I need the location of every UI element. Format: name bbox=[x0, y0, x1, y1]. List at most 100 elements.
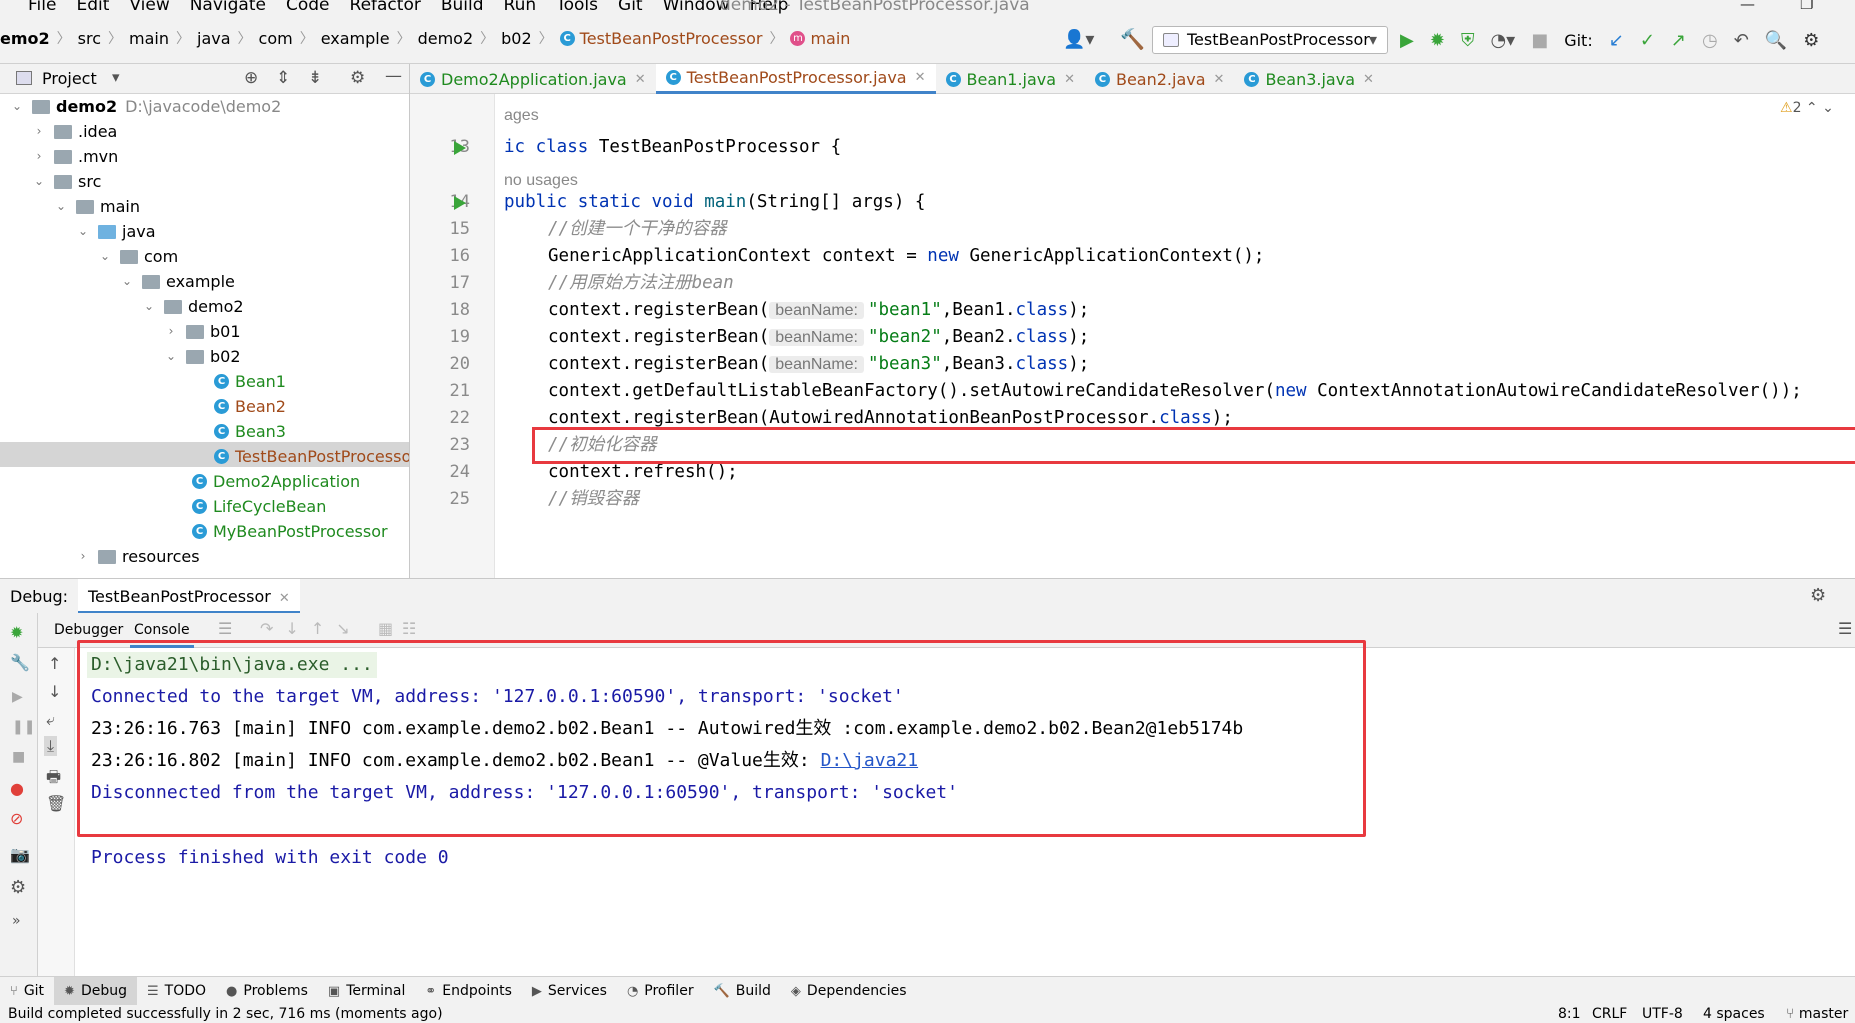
tool-todo[interactable]: ☰ TODO bbox=[137, 977, 216, 1006]
tab-testbeanpostprocessor[interactable]: C TestBeanPostProcessor.java ✕ bbox=[655, 64, 936, 94]
tool-build[interactable]: 🔨 Build bbox=[704, 977, 781, 1006]
tree-item-lifecyclebean[interactable]: C LifeCycleBean bbox=[192, 494, 326, 519]
crumb-method[interactable]: main bbox=[810, 29, 850, 48]
print-icon[interactable]: 🖶 bbox=[46, 766, 61, 793]
menu-git[interactable]: Git bbox=[618, 0, 643, 14]
tree-item-mybeanpostprocessor[interactable]: C MyBeanPostProcessor bbox=[192, 519, 388, 544]
search-icon[interactable]: 🔍 bbox=[1765, 30, 1787, 51]
step-icons[interactable]: ↷↓↑↘ bbox=[260, 619, 362, 638]
close-icon[interactable]: ✕ bbox=[1214, 65, 1225, 94]
tree-item-bean2[interactable]: C Bean2 bbox=[214, 394, 286, 419]
crumb-example[interactable]: example bbox=[321, 29, 390, 48]
stop-icon[interactable]: ■ bbox=[1531, 30, 1548, 51]
menu-build[interactable]: Build bbox=[441, 0, 484, 14]
settings-icon[interactable]: ⚙ bbox=[10, 877, 26, 898]
crumb-project[interactable]: emo2 bbox=[0, 29, 50, 48]
project-title[interactable]: Project bbox=[42, 69, 97, 88]
tool-dependencies[interactable]: ◈ Dependencies bbox=[781, 977, 917, 1006]
line-separator[interactable]: CRLF bbox=[1592, 1006, 1627, 1022]
rollback-icon[interactable]: ↶ bbox=[1734, 30, 1749, 51]
tree-item-demo2[interactable]: ⌄ demo2 bbox=[142, 294, 244, 319]
tree-item-resources[interactable]: › resources bbox=[76, 544, 200, 569]
tree-item-bean1[interactable]: C Bean1 bbox=[214, 369, 286, 394]
tree-item-testbeanpostprocessor[interactable]: C TestBeanPostProcessor bbox=[214, 444, 409, 469]
resume-icon[interactable]: ▶ bbox=[12, 689, 23, 705]
wrench-icon[interactable]: 🔧 bbox=[10, 653, 30, 672]
tree-item-main[interactable]: ⌄ main bbox=[54, 194, 140, 219]
more-icon[interactable]: » bbox=[12, 913, 21, 929]
menu-tools[interactable]: Tools bbox=[556, 0, 598, 14]
scroll-end-icon[interactable]: ⤓ bbox=[44, 736, 58, 756]
crumb-src[interactable]: src bbox=[78, 29, 101, 48]
debug-session-tab[interactable]: TestBeanPostProcessor ✕ bbox=[78, 579, 300, 614]
close-icon[interactable]: ✕ bbox=[1363, 65, 1374, 94]
file-encoding[interactable]: UTF-8 bbox=[1642, 1006, 1683, 1022]
crumb-class[interactable]: TestBeanPostProcessor bbox=[580, 29, 763, 48]
close-icon[interactable]: ✕ bbox=[1064, 65, 1075, 94]
tool-problems[interactable]: ● Problems bbox=[216, 977, 318, 1006]
tool-git[interactable]: ⑂ Git bbox=[0, 977, 54, 1006]
tab-bean3[interactable]: C Bean3.java ✕ bbox=[1234, 64, 1383, 94]
restore-icon[interactable]: ❐ bbox=[1800, 0, 1813, 13]
menu-view[interactable]: View bbox=[129, 0, 169, 14]
close-icon[interactable]: ✕ bbox=[279, 591, 290, 606]
chevron-down-icon[interactable]: ▾ bbox=[112, 68, 120, 86]
history-icon[interactable]: ◷ bbox=[1702, 30, 1718, 51]
code-editor[interactable]: ages ic class TestBeanPostProcessor { no… bbox=[496, 94, 1855, 578]
stop-icon[interactable]: ■ bbox=[12, 749, 25, 765]
tree-item-mvn[interactable]: › .mvn bbox=[32, 144, 119, 169]
arrow-down-icon[interactable]: ↓ bbox=[48, 682, 61, 701]
menu-lines-icon[interactable]: ☰ bbox=[218, 619, 232, 638]
locate-icon[interactable]: ⊕ bbox=[244, 68, 258, 88]
run-gutter-icon[interactable] bbox=[454, 196, 466, 210]
tree-item-b02[interactable]: ⌄ b02 bbox=[164, 344, 241, 369]
coverage-icon[interactable]: ⛨ bbox=[1461, 30, 1475, 51]
mute-breakpoints-icon[interactable]: ⊘ bbox=[10, 809, 23, 828]
trace-icon[interactable]: ☷ bbox=[402, 619, 416, 638]
tree-item-demo2application[interactable]: C Demo2Application bbox=[192, 469, 360, 494]
menu-refactor[interactable]: Refactor bbox=[350, 0, 421, 14]
tab-demo2application[interactable]: C Demo2Application.java ✕ bbox=[410, 64, 656, 94]
tab-bean2[interactable]: C Bean2.java ✕ bbox=[1085, 64, 1234, 94]
profile-icon[interactable]: ◔▾ bbox=[1490, 30, 1515, 51]
tree-item-idea[interactable]: › .idea bbox=[32, 119, 118, 144]
crumb-main[interactable]: main bbox=[129, 29, 169, 48]
indent-setting[interactable]: 4 spaces bbox=[1703, 1006, 1765, 1022]
crumb-demo2[interactable]: demo2 bbox=[418, 29, 474, 48]
tree-item-com[interactable]: ⌄ com bbox=[98, 244, 178, 269]
table-icon[interactable]: ▦ bbox=[378, 619, 393, 638]
soft-wrap-icon[interactable]: ⤶ bbox=[46, 710, 55, 730]
git-push-icon[interactable]: ↗ bbox=[1671, 30, 1686, 51]
layout-icon[interactable]: ☰ bbox=[1838, 619, 1852, 638]
gear-icon[interactable]: ⚙ bbox=[1810, 585, 1826, 606]
tool-profiler[interactable]: ◔ Profiler bbox=[617, 977, 704, 1006]
tool-services[interactable]: ▶ Services bbox=[522, 977, 617, 1006]
settings-icon[interactable]: ⚙ bbox=[1803, 30, 1819, 51]
run-config-select[interactable]: TestBeanPostProcessor ▾ bbox=[1152, 26, 1388, 54]
tree-item-b01[interactable]: › b01 bbox=[164, 319, 241, 344]
tree-item-example[interactable]: ⌄ example bbox=[120, 269, 235, 294]
menu-run[interactable]: Run bbox=[504, 0, 537, 14]
menu-code[interactable]: Code bbox=[286, 0, 330, 14]
menu-edit[interactable]: Edit bbox=[76, 0, 109, 14]
gear-icon[interactable]: ⚙ bbox=[350, 68, 365, 88]
tool-endpoints[interactable]: ⚭ Endpoints bbox=[415, 977, 522, 1006]
camera-icon[interactable]: 📷 bbox=[10, 845, 30, 864]
menu-file[interactable]: File bbox=[28, 0, 56, 14]
pause-icon[interactable]: ❚❚ bbox=[12, 719, 35, 735]
warning-indicator[interactable]: ⚠2 ⌃ ⌄ bbox=[1780, 100, 1834, 116]
build-hammer-icon[interactable]: 🔨 bbox=[1120, 29, 1145, 49]
git-commit-icon[interactable]: ✓ bbox=[1640, 30, 1655, 51]
close-icon[interactable]: ✕ bbox=[635, 65, 646, 94]
arrow-up-icon[interactable]: ↑ bbox=[48, 654, 61, 673]
run-gutter-icon[interactable] bbox=[454, 141, 466, 155]
tab-bean1[interactable]: C Bean1.java ✕ bbox=[936, 64, 1085, 94]
minimize-icon[interactable]: — bbox=[1740, 0, 1755, 13]
git-branch[interactable]: ⑂ master bbox=[1786, 1006, 1848, 1022]
crumb-com[interactable]: com bbox=[259, 29, 293, 48]
debug-icon[interactable]: ✹ bbox=[1430, 30, 1445, 51]
tool-debug[interactable]: ✹ Debug bbox=[54, 976, 137, 1006]
run-icon[interactable]: ▶ bbox=[1400, 30, 1414, 51]
tree-item-java[interactable]: ⌄ java bbox=[76, 219, 156, 244]
user-icon[interactable]: 👤▾ bbox=[1063, 31, 1094, 49]
